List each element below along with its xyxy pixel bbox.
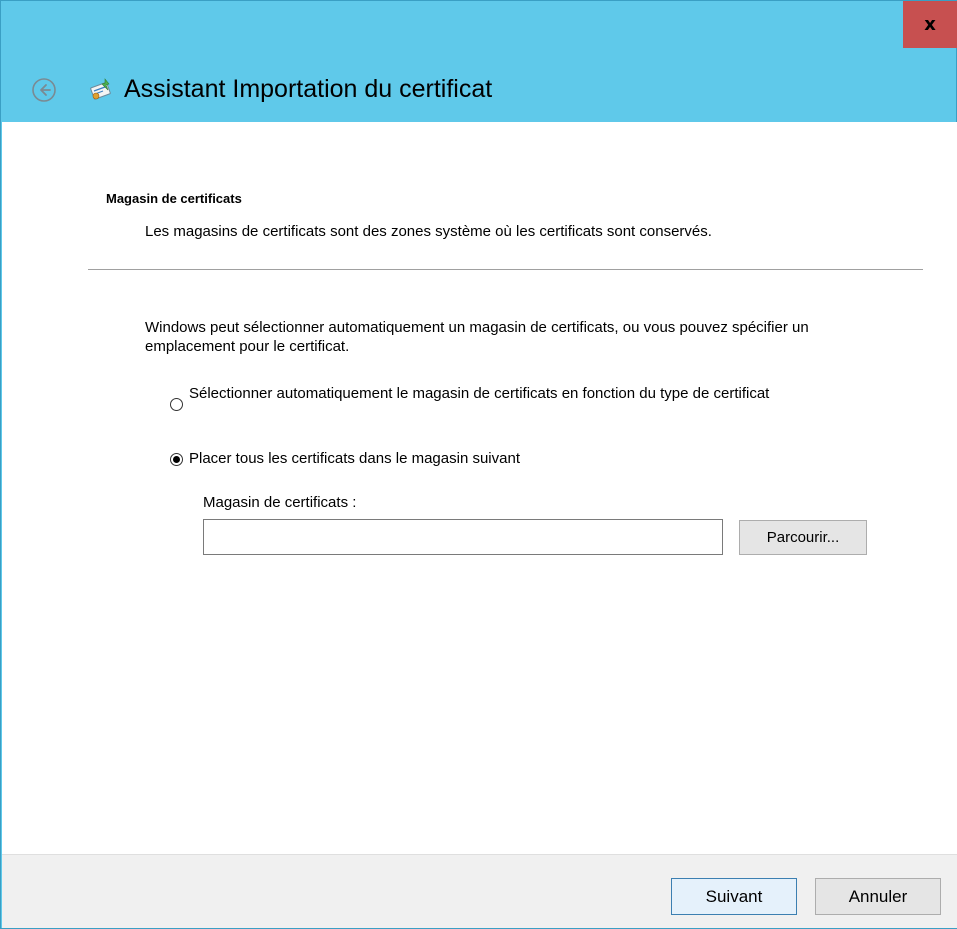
radio-manual-store[interactable] <box>170 453 183 466</box>
wizard-title: Assistant Importation du certificat <box>124 75 493 103</box>
page-description: Les magasins de certificats sont des zon… <box>145 223 712 240</box>
store-input[interactable] <box>203 519 723 555</box>
footer-bar: Suivant Annuler <box>2 854 957 928</box>
page-heading: Magasin de certificats <box>106 191 242 206</box>
store-field-label: Magasin de certificats : <box>203 494 357 511</box>
radio-auto-store[interactable] <box>170 398 183 411</box>
option-auto-store-label[interactable]: Sélectionner automatiquement le magasin … <box>189 385 869 402</box>
content-panel: Magasin de certificats Les magasins de c… <box>2 122 957 854</box>
wizard-window: x Assistant Importation du certificat Ma… <box>0 0 957 929</box>
header-divider <box>88 269 923 270</box>
close-button[interactable]: x <box>903 1 957 48</box>
next-button[interactable]: Suivant <box>671 878 797 915</box>
close-label: x <box>924 14 936 35</box>
back-arrow-icon[interactable] <box>31 77 57 103</box>
intro-text: Windows peut sélectionner automatiquemen… <box>145 319 809 355</box>
option-manual-store[interactable]: Placer tous les certificats dans le maga… <box>170 450 520 467</box>
cancel-button[interactable]: Annuler <box>815 878 941 915</box>
option-auto-store[interactable]: Sélectionner automatiquement le magasin … <box>170 385 869 411</box>
certificate-wizard-icon <box>90 78 111 100</box>
browse-button[interactable]: Parcourir... <box>739 520 867 555</box>
option-manual-store-label[interactable]: Placer tous les certificats dans le maga… <box>189 450 520 467</box>
